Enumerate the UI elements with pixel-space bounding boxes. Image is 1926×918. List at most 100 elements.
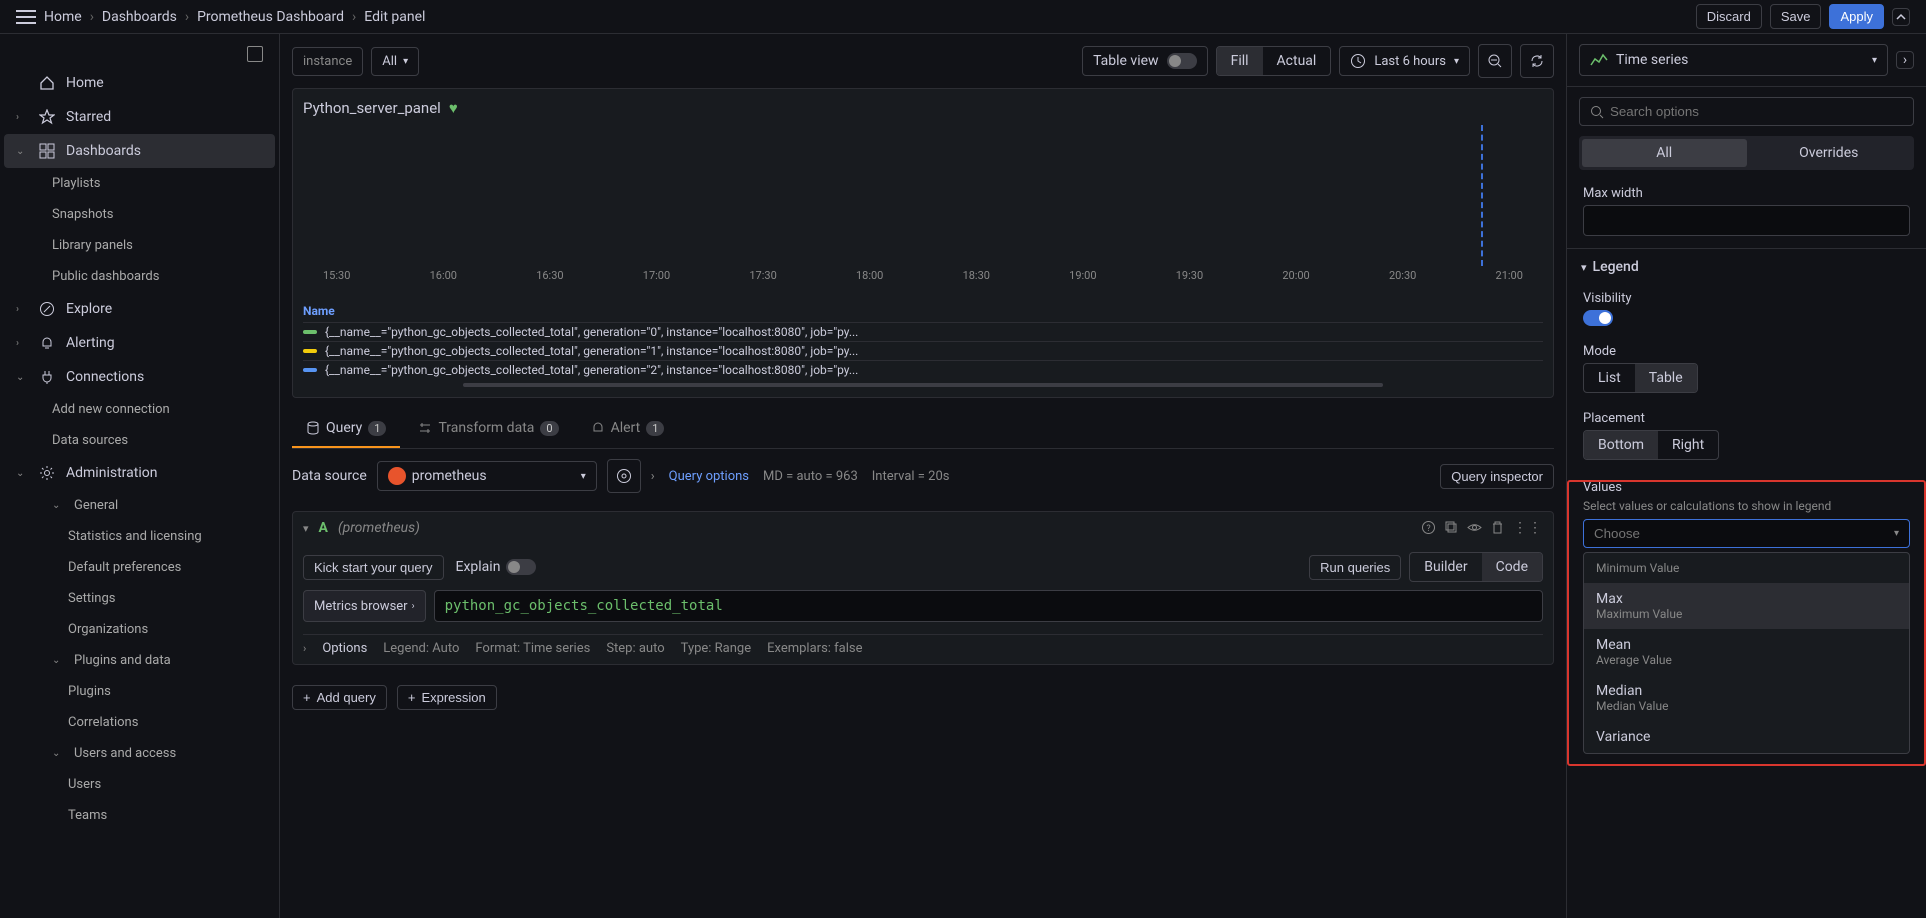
fill-button[interactable]: Fill	[1217, 47, 1263, 75]
horizontal-scrollbar[interactable]	[463, 383, 1383, 387]
sidebar-item-home[interactable]: Home	[4, 66, 275, 100]
zoom-out-icon[interactable]	[1478, 44, 1512, 78]
table-view-toggle[interactable]: Table view	[1082, 46, 1208, 76]
help-icon[interactable]: ?	[1421, 520, 1436, 536]
tab-transform[interactable]: Transform data0	[404, 410, 572, 448]
tab-query[interactable]: Query1	[292, 410, 400, 448]
legend-row[interactable]: {__name__="python_gc_objects_collected_t…	[303, 360, 1543, 379]
chevron-right-icon[interactable]: ›	[651, 469, 655, 484]
chevron-right-icon[interactable]: ›	[1896, 51, 1914, 69]
sidebar-item-settings[interactable]: Settings	[4, 583, 275, 614]
builder-mode[interactable]: Builder	[1410, 553, 1481, 581]
discard-button[interactable]: Discard	[1696, 4, 1762, 29]
legend-row[interactable]: {__name__="python_gc_objects_collected_t…	[303, 341, 1543, 360]
dd-option-variance[interactable]: Variance	[1584, 721, 1909, 753]
sidebar-item-alerting[interactable]: › Alerting	[4, 326, 275, 360]
sidebar-item-prefs[interactable]: Default preferences	[4, 552, 275, 583]
sidebar-item-plugins[interactable]: Plugins	[4, 676, 275, 707]
run-queries-button[interactable]: Run queries	[1309, 555, 1401, 580]
sidebar-item-general[interactable]: ⌄General	[4, 490, 275, 521]
sidebar-item-users-access[interactable]: ⌄Users and access	[4, 738, 275, 769]
save-button[interactable]: Save	[1770, 4, 1822, 29]
dd-option-max[interactable]: Max Maximum Value	[1584, 583, 1909, 629]
sidebar-item-starred[interactable]: › Starred	[4, 100, 275, 134]
search-field[interactable]	[1610, 104, 1903, 119]
explain-toggle[interactable]	[506, 559, 536, 575]
dd-option-median[interactable]: Median Median Value	[1584, 675, 1909, 721]
query-letter[interactable]: A	[319, 520, 328, 536]
sidebar-item-playlists[interactable]: Playlists	[4, 168, 275, 199]
chevron-right-icon[interactable]: ›	[303, 642, 306, 655]
drag-handle-icon[interactable]: ⋮⋮	[1513, 520, 1543, 536]
chevron-up-icon[interactable]	[1892, 8, 1910, 26]
placement-bottom[interactable]: Bottom	[1584, 431, 1658, 459]
search-options-input[interactable]	[1579, 97, 1914, 126]
refresh-icon[interactable]	[1520, 44, 1554, 78]
sidebar-item-orgs[interactable]: Organizations	[4, 614, 275, 645]
chevron-down-icon: ⌄	[52, 500, 64, 511]
add-expression-button[interactable]: + Expression	[397, 685, 497, 710]
sidebar-item-library-panels[interactable]: Library panels	[4, 230, 275, 261]
sidebar-item-add-connection[interactable]: Add new connection	[4, 394, 275, 425]
chevron-right-icon: ›	[185, 9, 189, 25]
copy-icon[interactable]	[1444, 520, 1459, 536]
code-mode[interactable]: Code	[1482, 553, 1542, 581]
time-range-picker[interactable]: Last 6 hours ▾	[1339, 46, 1470, 76]
dd-option-mean[interactable]: Mean Average Value	[1584, 629, 1909, 675]
sidebar-item-stats[interactable]: Statistics and licensing	[4, 521, 275, 552]
sidebar-item-users[interactable]: Users	[4, 769, 275, 800]
sidebar-item-teams[interactable]: Teams	[4, 800, 275, 831]
heart-icon[interactable]: ♥	[449, 99, 458, 117]
visibility-toggle[interactable]	[1583, 310, 1613, 326]
chevron-down-icon[interactable]: ▾	[303, 522, 309, 535]
chevron-right-icon: ›	[90, 9, 94, 25]
mode-list[interactable]: List	[1584, 364, 1635, 392]
sidebar-item-data-sources[interactable]: Data sources	[4, 425, 275, 456]
variable-chip[interactable]: instance	[292, 47, 363, 76]
mode-overrides[interactable]: Overrides	[1747, 139, 1912, 167]
transform-icon	[418, 421, 432, 435]
options-mode-tabs: All Overrides	[1579, 136, 1914, 170]
dd-option-min[interactable]: Minimum Value	[1584, 553, 1909, 583]
chevron-down-icon: ▾	[403, 56, 408, 67]
sidebar-item-snapshots[interactable]: Snapshots	[4, 199, 275, 230]
legend-section-header[interactable]: ▾ Legend	[1567, 249, 1926, 285]
breadcrumb-dashboards[interactable]: Dashboards	[102, 9, 177, 25]
sidebar-item-correlations[interactable]: Correlations	[4, 707, 275, 738]
mode-all[interactable]: All	[1582, 139, 1747, 167]
sidebar-item-administration[interactable]: ⌄ Administration	[4, 456, 275, 490]
metrics-browser-button[interactable]: Metrics browser ›	[303, 590, 426, 622]
max-width-input[interactable]	[1583, 205, 1910, 236]
mode-table[interactable]: Table	[1635, 364, 1697, 392]
trash-icon[interactable]	[1490, 520, 1505, 536]
settings-icon[interactable]	[607, 459, 641, 493]
sidebar-item-explore[interactable]: › Explore	[4, 292, 275, 326]
legend-header-name[interactable]: Name	[303, 300, 1543, 322]
breadcrumb-home[interactable]: Home	[44, 9, 82, 25]
values-combo[interactable]: ▾	[1583, 519, 1910, 548]
sidebar-item-dashboards[interactable]: ⌄ Dashboards	[4, 134, 275, 168]
kick-start-button[interactable]: Kick start your query	[303, 555, 444, 580]
data-source-select[interactable]: prometheus ▾	[377, 461, 597, 491]
breadcrumb-dashboard[interactable]: Prometheus Dashboard	[197, 9, 344, 25]
chart[interactable]: 15:3016:0016:3017:0017:3018:0018:3019:00…	[303, 125, 1543, 296]
actual-button[interactable]: Actual	[1263, 47, 1331, 75]
tab-alert[interactable]: Alert1	[577, 410, 679, 448]
query-inspector-button[interactable]: Query inspector	[1440, 464, 1554, 489]
values-input[interactable]	[1594, 526, 1888, 541]
sidebar-item-plugins-data[interactable]: ⌄Plugins and data	[4, 645, 275, 676]
placement-right[interactable]: Right	[1658, 431, 1718, 459]
add-query-button[interactable]: + Add query	[292, 685, 387, 710]
legend-row[interactable]: {__name__="python_gc_objects_collected_t…	[303, 322, 1543, 341]
apply-button[interactable]: Apply	[1829, 4, 1884, 29]
dock-icon[interactable]	[247, 46, 263, 62]
variable-value[interactable]: All ▾	[371, 47, 419, 76]
options-label[interactable]: Options	[322, 641, 367, 656]
sidebar-item-connections[interactable]: ⌄ Connections	[4, 360, 275, 394]
query-expression-input[interactable]: python_gc_objects_collected_total	[434, 590, 1543, 622]
sidebar-item-public-dashboards[interactable]: Public dashboards	[4, 261, 275, 292]
query-options-link[interactable]: Query options	[669, 469, 749, 484]
eye-icon[interactable]	[1467, 520, 1482, 536]
menu-icon[interactable]	[16, 7, 36, 27]
viz-type-picker[interactable]: Time series ▾	[1579, 44, 1888, 76]
